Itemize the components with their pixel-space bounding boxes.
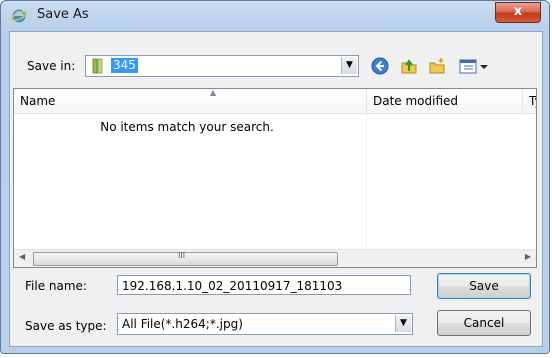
save-button[interactable]: Save (437, 273, 531, 299)
close-button[interactable]: x (495, 2, 541, 23)
up-folder-icon[interactable] (400, 57, 418, 75)
save-as-type-label: Save as type: (25, 319, 107, 333)
scroll-left-icon[interactable]: ◀ (19, 252, 25, 261)
column-header-name-label: Name (20, 94, 56, 108)
window-title: Save As (37, 7, 89, 22)
new-folder-icon[interactable] (428, 57, 446, 75)
column-header-type[interactable]: Ty (523, 89, 536, 114)
folder-icon (92, 58, 106, 74)
chevron-down-icon[interactable]: ▼ (395, 315, 411, 332)
internet-explorer-icon (10, 8, 28, 24)
views-menu-icon[interactable] (458, 57, 492, 75)
save-in-combo[interactable]: 345 ▼ (85, 55, 359, 77)
title-bar[interactable]: Save As x (1, 1, 549, 31)
save-as-dialog: Save As x Save in: 345 ▼ Name ▲ Date mod… (0, 0, 550, 354)
empty-message: No items match your search. (100, 120, 274, 134)
column-header-date-modified[interactable]: Date modified (367, 89, 523, 114)
cancel-button[interactable]: Cancel (437, 310, 531, 336)
save-in-label: Save in: (27, 59, 76, 73)
chevron-down-icon[interactable]: ▼ (341, 57, 357, 74)
scrollbar-thumb[interactable]: III (33, 251, 338, 266)
scroll-right-icon[interactable]: ▶ (525, 252, 531, 261)
save-as-type-value: All File(*.h264;*.jpg) (122, 317, 243, 331)
sort-arrow-icon: ▲ (210, 88, 217, 97)
column-header-type-label: Ty (529, 94, 536, 108)
file-name-field[interactable]: 192.168.1.10_02_20110917_181103 (117, 275, 411, 295)
save-in-value: 345 (111, 58, 138, 73)
back-icon[interactable] (371, 57, 389, 75)
save-as-type-select[interactable]: All File(*.h264;*.jpg) ▼ (117, 313, 413, 335)
horizontal-scrollbar[interactable]: ◀ III ▶ (14, 249, 536, 267)
column-header-date-label: Date modified (373, 94, 459, 108)
column-header-name[interactable]: Name ▲ (14, 89, 367, 114)
file-name-label: File name: (25, 279, 87, 293)
column-divider (366, 114, 367, 250)
file-list[interactable]: Name ▲ Date modified Ty No items match y… (13, 88, 537, 268)
scroll-grip: III (178, 251, 186, 260)
